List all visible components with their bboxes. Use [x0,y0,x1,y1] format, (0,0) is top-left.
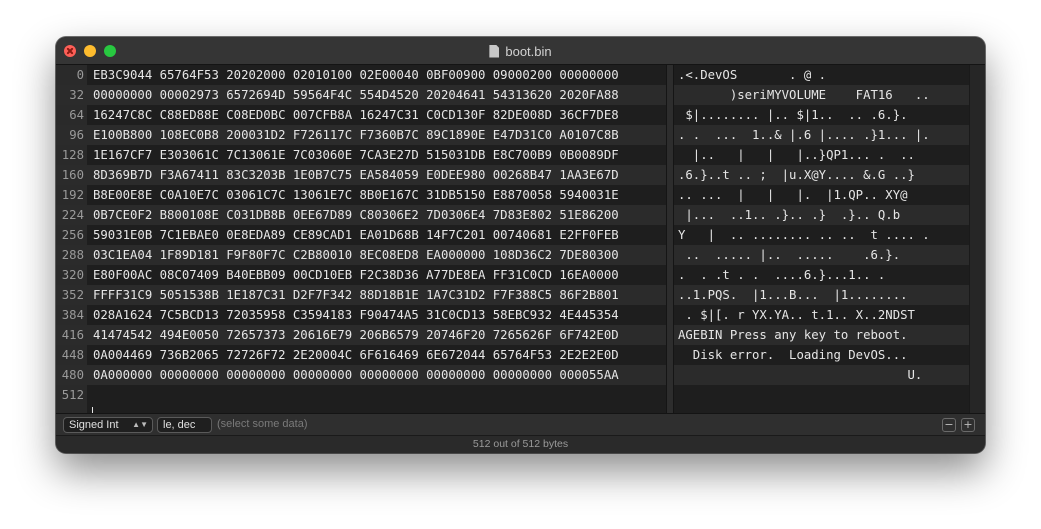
ascii-row[interactable]: $|........ |.. $|1.. .. .6.}. [674,105,969,125]
ascii-row[interactable]: AGEBIN Press any key to reboot. [674,325,969,345]
hex-row[interactable]: 028A1624 7C5BCD13 72035958 C3594183 F904… [87,305,666,325]
window-title: boot.bin [505,43,552,59]
hex-row[interactable]: 0A000000 00000000 00000000 00000000 0000… [87,365,666,385]
offset-label: 416 [56,325,87,345]
offset-label: 0 [76,68,84,82]
remove-inspector-button[interactable]: − [942,418,956,432]
offset-label: 160 [56,165,87,185]
ascii-row[interactable]: .<.DevOS . @ . [674,65,969,85]
offset-label: 512 [61,388,84,402]
hex-row[interactable]: 8D369B7D F3A67411 83C3203B 1E0B7C75 EA58… [87,165,666,185]
hex-row[interactable]: EB3C9044 65764F53 20202000 02010100 02E0… [87,65,666,85]
offset-label: 480 [56,365,87,385]
offset-label: 352 [56,285,87,305]
up-down-chevron-icon: ▲▼ [132,420,148,429]
offset-gutter: 0 32 64 96 128 160 192 224 256 288 320 352 384 416 448… [56,65,87,413]
vertical-scrollbar[interactable] [969,65,985,413]
hex-row[interactable]: B8E00E8E C0A10E7C 03061C7C 13061E7C 8B0E… [87,185,666,205]
hex-pane[interactable]: EB3C9044 65764F53 20202000 02010100 02E0… [87,65,666,413]
hex-row[interactable]: 03C1EA04 1F89D181 F9F80F7C C2B80010 8EC0… [87,245,666,265]
endianness-value: le, dec [163,419,196,431]
number-type-select[interactable]: Signed Int ▲▼ [63,417,153,433]
title-bar[interactable]: boot.bin [56,37,985,65]
inspector-placeholder: (select some data) [217,418,308,430]
hex-editor-window: boot.bin 0 32 64 96 128 160 192 224 256 288 320 352… [56,37,985,453]
ascii-row[interactable]: . . .t . . ....6.}...1.. . [674,265,969,285]
hex-row[interactable]: 0A004469 736B2065 72726F72 2E20004C 6F61… [87,345,666,365]
offset-label: 256 [61,228,84,242]
ascii-row[interactable]: .6.}..t .. ; |u.X@Y.... &.G ..} [674,165,969,185]
hex-row[interactable]: E100B800 108EC0B8 200031D2 F726117C F736… [87,125,666,145]
ascii-row[interactable]: Disk error. Loading DevOS... [674,345,969,365]
hex-row[interactable]: 0B7CE0F2 B800108E C031DB8B 0EE67D89 C803… [87,205,666,225]
offset-label: 32 [56,85,87,105]
ascii-row[interactable]: ..1.PQS. |1...B... |1........ [674,285,969,305]
hex-row[interactable]: 41474542 494E0050 72657373 20616E79 206B… [87,325,666,345]
offset-label: 64 [69,108,84,122]
ascii-row[interactable]: U. [674,365,969,385]
offset-label: 384 [61,308,84,322]
status-bar: 512 out of 512 bytes [56,435,985,453]
ascii-row[interactable]: |... ..1.. .}.. .} .}.. Q.b [674,205,969,225]
editor-content: 0 32 64 96 128 160 192 224 256 288 320 352 384 416 448… [56,65,985,422]
ascii-row[interactable]: |.. | | |..}QP1... . .. [674,145,969,165]
offset-label: 192 [61,188,84,202]
pane-divider[interactable] [666,65,674,413]
data-inspector-bar: Signed Int ▲▼ le, dec (select some data)… [56,413,985,435]
hex-row[interactable]: 16247C8C C88ED88E C08ED0BC 007CFB8A 1624… [87,105,666,125]
offset-label: 448 [61,348,84,362]
hex-row[interactable]: 00000000 00002973 6572694D 59564F4C 554D… [87,85,666,105]
ascii-row[interactable]: )seriMYVOLUME FAT16 .. [674,85,969,105]
ascii-row[interactable]: .. ... | | |. |1.QP.. XY@ [674,185,969,205]
hex-row[interactable]: FFFF31C9 5051538B 1E187C31 D2F7F342 88D1… [87,285,666,305]
window-title-group: boot.bin [56,37,985,65]
endianness-select[interactable]: le, dec [157,417,212,433]
ascii-row[interactable]: .. ..... |.. ..... .6.}. [674,245,969,265]
offset-label: 224 [56,205,87,225]
offset-label: 128 [61,148,84,162]
ascii-pane[interactable]: .<.DevOS . @ . )seriMYVOLUME FAT16 .. $|… [674,65,969,413]
offset-label: 320 [61,268,84,282]
hex-row[interactable]: E80F00AC 08C07409 B40EBB09 00CD10EB F2C3… [87,265,666,285]
ascii-row[interactable]: Y | .. ........ .. .. t .... . [674,225,969,245]
number-type-value: Signed Int [69,419,119,431]
offset-label: 288 [56,245,87,265]
byte-count-status: 512 out of 512 bytes [472,438,569,450]
hex-row[interactable]: 1E167CF7 E303061C 7C13061E 7C03060E 7CA3… [87,145,666,165]
add-inspector-button[interactable]: + [961,418,975,432]
ascii-row[interactable]: . . ... 1..& |.6 |.... .}1... |. [674,125,969,145]
offset-label: 96 [56,125,87,145]
ascii-row[interactable]: . $|[. r YX.YA.. t.1.. X..2NDST [674,305,969,325]
hex-row[interactable]: 59031E0B 7C1EBAE0 0E8EDA89 CE89CAD1 EA01… [87,225,666,245]
document-icon [489,44,500,58]
